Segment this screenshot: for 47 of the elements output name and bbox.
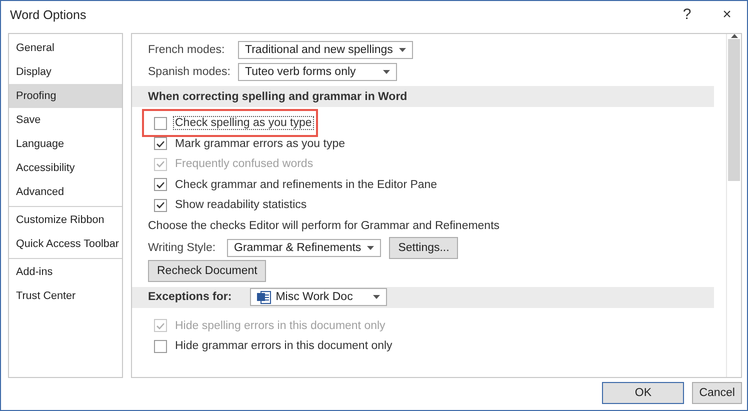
checkbox[interactable] <box>154 198 167 212</box>
caret-icon <box>367 246 374 250</box>
checkbox-label: Mark grammar errors as you type <box>174 136 346 151</box>
caret-icon <box>383 70 390 74</box>
mode-dropdown[interactable]: Traditional and new spellings <box>238 41 413 59</box>
checkbox[interactable] <box>154 178 167 192</box>
section-heading: When correcting spelling and grammar in Word <box>148 90 408 102</box>
checkbox-label: Check grammar and refinements in the Editor Pane <box>174 178 438 192</box>
checkbox-label: Check spelling as you type <box>173 116 314 130</box>
sidebar-item[interactable]: Add-ins <box>9 260 122 284</box>
document-name: Misc Work Doc <box>276 291 353 303</box>
settings-button[interactable]: Settings... <box>389 236 458 258</box>
sidebar-item[interactable]: General <box>9 36 122 60</box>
close-button[interactable]: × <box>707 2 747 28</box>
sidebar-item[interactable]: Accessibility <box>9 156 122 180</box>
checkbox-label: Frequently confused words <box>174 157 314 172</box>
document-dropdown[interactable]: Misc Work Doc <box>250 288 387 306</box>
dialog-button[interactable]: Cancel <box>692 382 742 404</box>
instruction-text: Choose the checks Editor will perform for Grammar and Refinements <box>148 218 501 234</box>
field-label: French modes: <box>148 44 226 56</box>
sidebar-item[interactable]: Language <box>9 132 122 156</box>
window-title: Word Options <box>10 8 88 22</box>
checkbox[interactable] <box>154 340 167 353</box>
writing-style-dropdown[interactable]: Grammar & Refinements <box>227 238 382 256</box>
checkbox[interactable] <box>154 137 167 150</box>
caret-icon <box>398 48 406 52</box>
sidebar-item[interactable]: Customize Ribbon <box>9 208 122 232</box>
sidebar-item[interactable]: Trust Center <box>9 284 122 308</box>
checkbox-label: Show readability statistics <box>174 198 308 212</box>
checkbox[interactable] <box>154 116 167 130</box>
checkbox-label: Hide grammar errors in this document only <box>174 339 394 354</box>
mode-dropdown[interactable]: Tuteo verb forms only <box>238 63 397 81</box>
field-label: Writing Style: <box>148 242 217 254</box>
section-heading: Exceptions for: <box>148 291 232 303</box>
sidebar-item[interactable]: Quick Access Toolbar <box>9 232 122 256</box>
field-label: Spanish modes: <box>148 66 232 78</box>
recheck-button[interactable]: Recheck Document <box>148 260 266 282</box>
sidebar-item[interactable]: Display <box>9 60 122 84</box>
checkbox-label: Hide spelling errors in this document only <box>174 318 386 333</box>
help-button[interactable]: ? <box>667 2 707 28</box>
dialog-button[interactable]: OK <box>602 382 684 404</box>
sidebar-item[interactable]: Save <box>9 108 122 132</box>
caret-icon <box>372 295 380 299</box>
sidebar-item[interactable]: Proofing <box>9 84 122 108</box>
scrollbar[interactable] <box>726 34 741 377</box>
document-icon <box>256 290 271 304</box>
sidebar-item[interactable]: Advanced <box>9 180 122 204</box>
